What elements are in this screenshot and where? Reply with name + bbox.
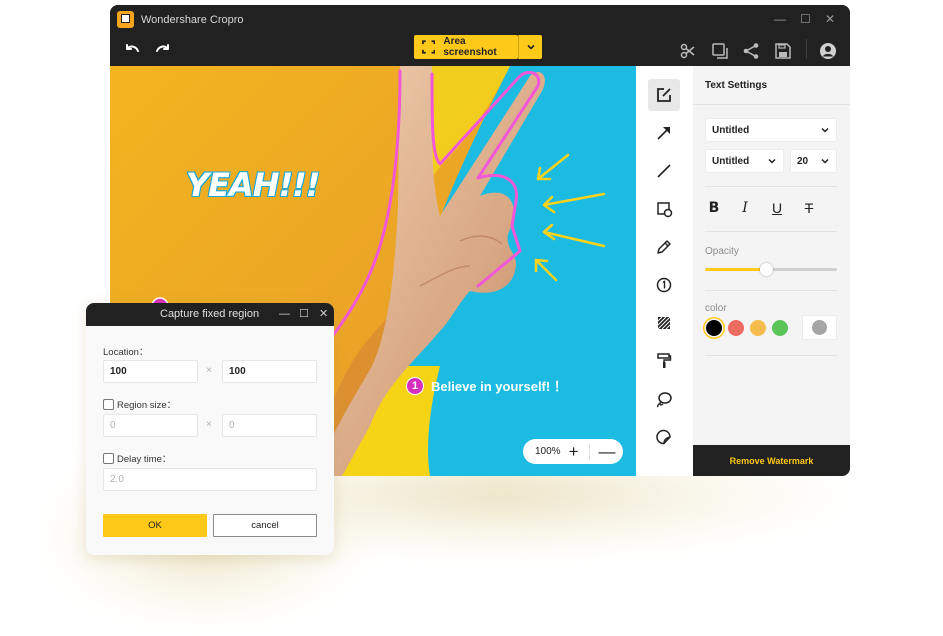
line-icon[interactable] <box>648 155 680 187</box>
color-label: color <box>705 303 727 314</box>
chevron-down-icon <box>821 158 829 164</box>
close-button[interactable]: ✕ <box>825 12 835 26</box>
region-size-label: Region size： <box>117 400 177 411</box>
remove-watermark-button[interactable]: Remove Watermark <box>693 445 850 476</box>
color-swatch-orange[interactable] <box>750 320 766 336</box>
undo-icon[interactable] <box>122 41 142 61</box>
location-label: Location： <box>103 347 149 358</box>
zoom-level: 100% <box>535 446 561 457</box>
delay-time-input[interactable]: 2.0 <box>103 468 317 491</box>
dialog-close-button[interactable]: ✕ <box>319 307 328 321</box>
delay-time-label: Delay time： <box>117 454 172 465</box>
paint-roller-icon[interactable] <box>648 345 680 377</box>
opacity-slider-thumb[interactable] <box>759 263 773 276</box>
color-swatch-red[interactable] <box>728 320 744 336</box>
save-icon[interactable] <box>773 41 793 61</box>
color-swatch-green[interactable] <box>772 320 788 336</box>
region-size-checkbox[interactable] <box>103 398 114 410</box>
annotation-text-yeah[interactable]: YEAH!!! <box>185 165 321 205</box>
chevron-down-icon <box>526 44 535 50</box>
font-size-select[interactable]: 20 <box>790 149 837 173</box>
chevron-down-icon <box>768 158 776 164</box>
app-logo-icon <box>117 11 134 28</box>
region-height-input[interactable]: 0 <box>222 414 317 437</box>
dialog-title-bar: Capture fixed region — ☐ ✕ <box>86 303 334 326</box>
color-swatch-black[interactable] <box>706 320 722 336</box>
annotation-toolbar <box>636 66 693 476</box>
region-width-input[interactable]: 0 <box>103 414 198 437</box>
step-number-icon[interactable] <box>648 269 680 301</box>
opacity-slider[interactable] <box>705 263 837 276</box>
shape-icon[interactable] <box>648 193 680 225</box>
zoom-divider <box>588 443 590 460</box>
capture-mode-label: Area screenshot <box>443 36 497 58</box>
location-y-input[interactable]: 100 <box>222 360 317 383</box>
step-annotation[interactable]: 1 Believe in yourself! ！ <box>406 376 567 395</box>
share-icon[interactable] <box>741 41 761 61</box>
dialog-title: Capture fixed region <box>160 308 260 320</box>
area-select-icon <box>422 40 436 54</box>
step-number-badge: 1 <box>406 376 424 395</box>
step-annotation-text: Believe in yourself! ！ <box>431 379 567 394</box>
divider <box>705 231 837 232</box>
panel-title: Text Settings <box>705 80 768 91</box>
delay-time-row: Delay time： <box>103 451 171 465</box>
title-bar: Wondershare Cropro — ☐ ✕ <box>110 5 850 35</box>
redo-icon[interactable] <box>153 41 173 61</box>
toolbar: Area screenshot <box>110 35 850 66</box>
scissors-icon[interactable] <box>678 41 698 61</box>
strikethrough-button[interactable]: T <box>801 200 817 216</box>
font-family-select[interactable]: Untitled <box>705 118 837 142</box>
region-size-row: Region size： <box>103 397 176 411</box>
zoom-control: 100% + — <box>523 439 623 464</box>
font-family-value: Untitled <box>712 124 750 136</box>
custom-color-picker[interactable] <box>802 315 837 340</box>
pencil-icon[interactable] <box>648 231 680 263</box>
divider <box>705 290 837 291</box>
dialog-maximize-button[interactable]: ☐ <box>299 307 309 321</box>
text-edit-icon[interactable] <box>648 79 680 111</box>
arrow-icon[interactable] <box>648 117 680 149</box>
text-settings-panel: Text Settings Untitled Untitled 20 B I U… <box>693 66 850 476</box>
copy-icon[interactable] <box>710 41 730 61</box>
app-title: Wondershare Cropro <box>141 14 244 26</box>
mosaic-icon[interactable] <box>648 307 680 339</box>
location-x-input[interactable]: 100 <box>103 360 198 383</box>
times-sign: × <box>206 419 212 430</box>
bold-button[interactable]: B <box>706 200 722 216</box>
chevron-down-icon <box>821 127 829 133</box>
zoom-in-button[interactable]: + <box>569 443 579 460</box>
divider <box>705 355 837 356</box>
capture-mode-dropdown[interactable] <box>518 35 542 59</box>
opacity-label: Opacity <box>705 246 739 257</box>
cancel-button[interactable]: cancel <box>213 514 317 537</box>
capture-fixed-region-dialog: Capture fixed region — ☐ ✕ Location： 100… <box>86 303 334 555</box>
minimize-button[interactable]: — <box>774 12 786 26</box>
dialog-minimize-button[interactable]: — <box>279 307 290 321</box>
divider <box>693 104 850 105</box>
ok-button[interactable]: OK <box>103 514 207 537</box>
opacity-slider-fill <box>705 268 766 271</box>
divider <box>705 186 837 187</box>
toolbar-divider <box>806 39 807 59</box>
area-screenshot-button[interactable]: Area screenshot <box>414 35 518 59</box>
sticker-icon[interactable] <box>648 421 680 453</box>
font-style-select[interactable]: Untitled <box>705 149 784 173</box>
delay-time-checkbox[interactable] <box>103 452 114 464</box>
italic-button[interactable]: I <box>737 200 753 216</box>
underline-button[interactable]: U <box>769 200 785 216</box>
font-size-value: 20 <box>797 155 809 167</box>
lasso-icon[interactable] <box>648 383 680 415</box>
font-style-value: Untitled <box>712 155 750 167</box>
zoom-out-button[interactable]: — <box>599 443 616 460</box>
custom-color-dot <box>812 320 827 335</box>
maximize-button[interactable]: ☐ <box>800 12 811 26</box>
account-icon[interactable] <box>818 41 838 61</box>
times-sign: × <box>206 365 212 376</box>
